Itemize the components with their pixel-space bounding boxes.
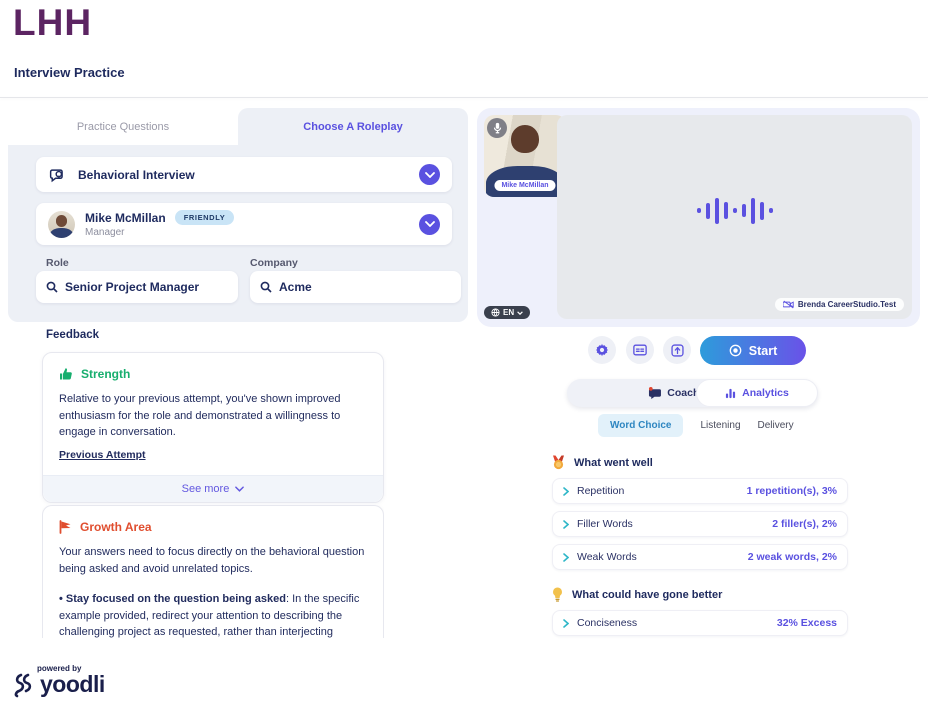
company-field-label: Company (250, 257, 298, 269)
see-more-button[interactable]: See more (43, 475, 383, 502)
metric-row-repetition[interactable]: Repetition 1 repetition(s), 3% (552, 478, 848, 504)
subtab-word-choice[interactable]: Word Choice (598, 414, 683, 437)
language-selector[interactable]: EN (484, 306, 530, 319)
teleprompter-button[interactable] (626, 336, 654, 364)
lhh-logo: LHH (13, 2, 92, 44)
growth-bullet: • Stay focused on the question being ask… (43, 581, 383, 638)
chevron-down-icon (517, 311, 523, 315)
yoodli-wordmark: yoodli (40, 671, 105, 698)
persona-avatar (48, 211, 75, 238)
notes-card-icon (633, 344, 647, 356)
search-icon (260, 281, 272, 293)
tab-practice-questions[interactable]: Practice Questions (8, 108, 238, 145)
start-button[interactable]: Start (700, 336, 806, 365)
gone-better-heading: What could have gone better (552, 587, 722, 602)
video-off-icon (783, 300, 794, 309)
share-upload-button[interactable] (663, 336, 691, 364)
record-icon (729, 344, 742, 357)
user-video-screen: Brenda CareerStudio.Test (557, 115, 912, 319)
persona-name: Mike McMillan (85, 211, 166, 225)
upload-icon (671, 344, 684, 357)
persona-temperament-badge: FRIENDLY (175, 210, 235, 225)
participant-name-pill: Mike McMillan (494, 180, 555, 191)
page-title: Interview Practice (14, 65, 125, 80)
thumbs-up-icon (59, 367, 73, 381)
analytics-label: Analytics (742, 387, 789, 399)
company-input[interactable] (279, 280, 451, 294)
bar-chart-icon (725, 388, 736, 399)
company-field (250, 271, 461, 303)
went-well-heading: What went well (552, 455, 653, 470)
header-divider (0, 97, 928, 98)
lightbulb-icon (552, 587, 563, 602)
start-label: Start (749, 344, 777, 358)
persona-role: Manager (85, 227, 234, 238)
video-stage-panel: Mike McMillan Brenda CareerStudio.Test (477, 108, 920, 327)
tab-analytics[interactable]: Analytics (696, 379, 818, 407)
scenario-expand-button[interactable] (419, 164, 440, 185)
growth-bullet-bold: • Stay focused on the question being ask… (59, 593, 286, 605)
growth-area-card: Growth Area Your answers need to focus d… (42, 505, 384, 638)
persona-expand-button[interactable] (419, 214, 440, 235)
subtab-delivery[interactable]: Delivery (758, 420, 794, 431)
role-input[interactable] (65, 280, 228, 294)
gone-better-title: What could have gone better (572, 589, 722, 601)
audio-waveform-icon (697, 198, 773, 224)
interview-practice-app: LHH Interview Practice Practice Question… (0, 0, 928, 706)
coaching-chat-icon (648, 387, 661, 399)
feedback-heading: Feedback (46, 329, 99, 341)
chevron-right-icon (563, 553, 569, 562)
analytics-subtabs: Word Choice Listening Delivery (598, 414, 794, 437)
went-well-title: What went well (574, 457, 653, 469)
yoodli-logo: yoodli (12, 671, 105, 698)
scenario-label: Behavioral Interview (78, 168, 195, 182)
mic-icon[interactable] (487, 118, 507, 138)
chevron-right-icon (563, 520, 569, 529)
flag-icon (59, 520, 72, 534)
settings-button[interactable] (588, 336, 616, 364)
coaching-analytics-tabs: Coaching (10) Analytics (567, 379, 818, 407)
search-icon (46, 281, 58, 293)
chevron-right-icon (563, 619, 569, 628)
growth-area-title: Growth Area (80, 520, 152, 534)
interview-chat-icon (48, 166, 68, 184)
strength-body: Relative to your previous attempt, you'v… (43, 381, 383, 441)
tab-choose-a-roleplay[interactable]: Choose A Roleplay (238, 108, 468, 145)
roleplay-config-panel: Behavioral Interview Mike McMillan FRIEN… (8, 145, 468, 322)
see-more-label: See more (182, 483, 230, 495)
watermark-label: Brenda CareerStudio.Test (798, 300, 896, 309)
scenario-selector[interactable]: Behavioral Interview (36, 157, 452, 192)
subtab-listening[interactable]: Listening (700, 420, 740, 431)
chevron-right-icon (563, 487, 569, 496)
metric-row-weak-words[interactable]: Weak Words 2 weak words, 2% (552, 544, 848, 570)
growth-body: Your answers need to focus directly on t… (43, 534, 383, 577)
roleplay-tabbar: Practice Questions Choose A Roleplay (8, 108, 468, 145)
metric-row-conciseness[interactable]: Conciseness 32% Excess (552, 610, 848, 636)
strength-card: Strength Relative to your previous attem… (42, 352, 384, 503)
growth-card-clip: Growth Area Your answers need to focus d… (42, 505, 384, 638)
strength-title: Strength (81, 367, 130, 381)
role-field-label: Role (46, 257, 69, 269)
yoodli-logo-icon (12, 672, 36, 698)
chevron-down-icon (235, 486, 244, 492)
account-watermark: Brenda CareerStudio.Test (775, 298, 904, 311)
metric-row-filler-words[interactable]: Filler Words 2 filler(s), 2% (552, 511, 848, 537)
persona-selector[interactable]: Mike McMillan FRIENDLY Manager (36, 203, 452, 245)
participant-video-thumbnail[interactable]: Mike McMillan (484, 115, 566, 197)
language-label: EN (503, 308, 514, 317)
medal-icon (552, 455, 565, 470)
gear-icon (595, 343, 609, 357)
previous-attempt-link[interactable]: Previous Attempt (59, 449, 146, 461)
globe-icon (491, 308, 500, 317)
role-field (36, 271, 238, 303)
